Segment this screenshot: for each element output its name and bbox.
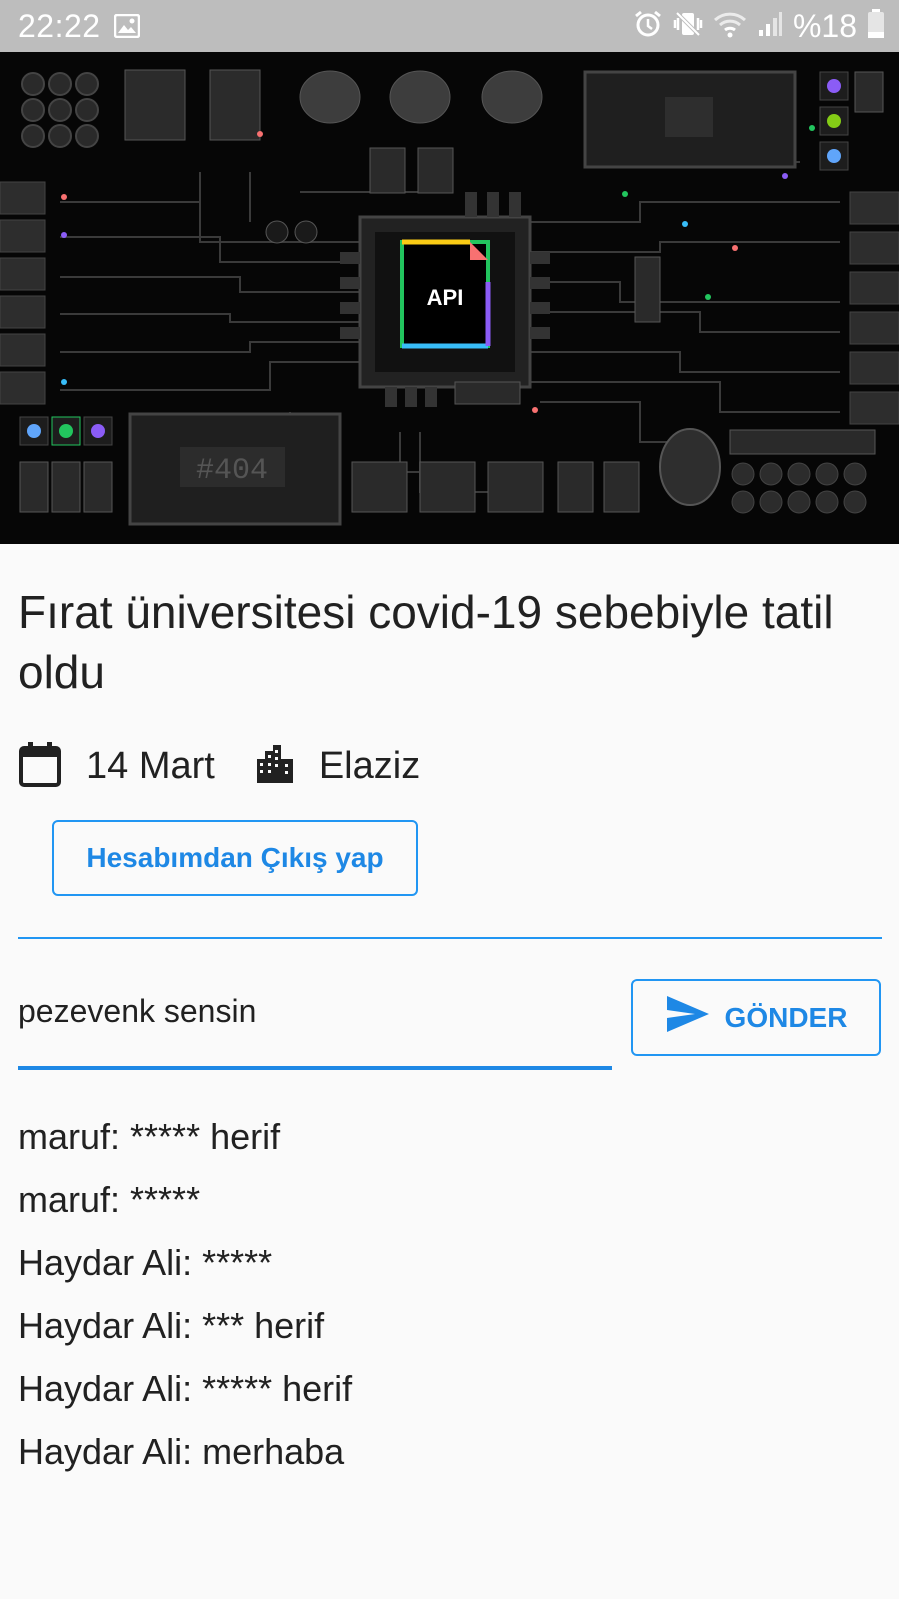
vibrate-icon xyxy=(673,9,703,44)
message-input-underline xyxy=(18,1066,612,1070)
comment-item: Haydar Ali: *** herif xyxy=(18,1305,325,1346)
comments-list: maruf: ***** herif maruf: ***** Haydar A… xyxy=(18,1105,352,1483)
image-icon xyxy=(113,13,141,43)
article-meta: 14 Mart Elaziz xyxy=(18,738,420,794)
status-time: 22:22 xyxy=(18,8,101,44)
comment-item: Haydar Ali: ***** xyxy=(18,1242,273,1283)
location-city-icon xyxy=(255,743,295,790)
signal-icon xyxy=(757,10,783,43)
comment-item: maruf: ***** herif xyxy=(18,1116,281,1157)
alarm-icon xyxy=(633,9,663,44)
chip-label: API xyxy=(427,285,464,310)
logout-button[interactable]: Hesabımdan Çıkış yap xyxy=(52,820,418,896)
send-icon xyxy=(665,994,711,1041)
comment-item: Haydar Ali: ***** herif xyxy=(18,1368,353,1409)
wifi-icon xyxy=(713,10,747,43)
article-date: 14 Mart xyxy=(86,744,215,787)
send-button-label: GÖNDER xyxy=(724,1001,848,1033)
article-hero-image: API #404 xyxy=(0,52,899,544)
status-bar: 22:22 %18 xyxy=(0,0,899,52)
battery-icon xyxy=(867,9,885,44)
divider xyxy=(18,937,882,939)
calendar-icon xyxy=(18,740,62,793)
comment-item: maruf: ***** xyxy=(18,1179,201,1220)
battery-text: %18 xyxy=(792,8,857,44)
comment-item: Haydar Ali: merhaba xyxy=(18,1431,345,1472)
article-location: Elaziz xyxy=(318,744,421,787)
article-title: Fırat üniversitesi covid-19 sebebiyle ta… xyxy=(18,586,834,698)
error-label: #404 xyxy=(196,454,268,488)
message-input[interactable] xyxy=(18,986,612,1036)
send-button[interactable]: GÖNDER xyxy=(631,979,881,1056)
